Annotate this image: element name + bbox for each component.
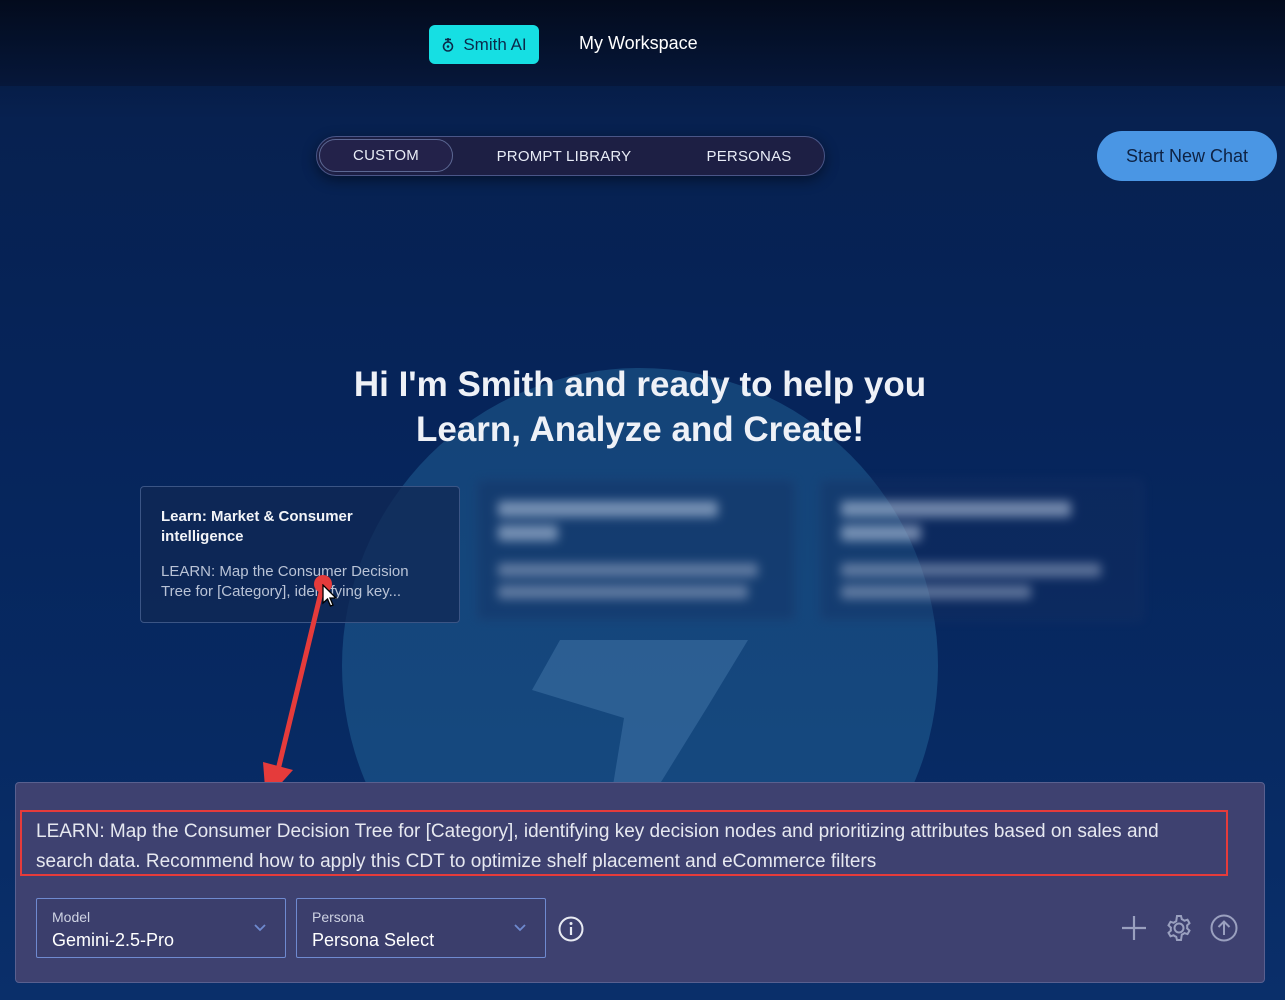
chevron-down-icon xyxy=(514,924,526,932)
info-icon[interactable] xyxy=(557,915,585,943)
prompt-card-description: LEARN: Map the Consumer Decision Tree fo… xyxy=(161,563,409,600)
prompt-card-learn[interactable]: Learn: Market & Consumer intelligence LE… xyxy=(140,486,460,623)
model-select-value: Gemini-2.5-Pro xyxy=(52,930,175,950)
persona-select-value: Persona Select xyxy=(312,930,435,950)
prompt-card-blurred[interactable] xyxy=(820,480,1142,620)
nav-my-workspace[interactable]: My Workspace xyxy=(579,33,698,54)
chevron-down-icon xyxy=(254,924,266,932)
persona-select[interactable]: Persona Persona Select xyxy=(296,898,546,958)
top-nav-bar: Smith AI My Workspace xyxy=(0,0,1285,86)
plus-icon[interactable] xyxy=(1119,913,1149,943)
gear-icon[interactable] xyxy=(1164,913,1194,943)
prompt-input[interactable]: LEARN: Map the Consumer Decision Tree fo… xyxy=(36,817,1216,877)
tab-prompt-library[interactable]: PROMPT LIBRARY xyxy=(477,137,651,175)
hero-line-2: Learn, Analyze and Create! xyxy=(415,410,864,449)
prompt-card-blurred[interactable] xyxy=(477,480,795,620)
nav-smith-ai-label: Smith AI xyxy=(463,34,527,54)
model-select-label: Model xyxy=(52,909,91,925)
hero-line-1: Hi I'm Smith and ready to help you xyxy=(353,365,927,404)
model-select[interactable]: Model Gemini-2.5-Pro xyxy=(36,898,286,958)
nav-smith-ai[interactable]: Smith AI xyxy=(429,25,539,64)
chat-composer: LEARN: Map the Consumer Decision Tree fo… xyxy=(15,782,1265,983)
prompt-card-title: Learn: Market & Consumer intelligence xyxy=(161,508,353,545)
hero-heading: Hi I'm Smith and ready to help you Learn… xyxy=(240,362,1040,452)
mode-tabs: CUSTOM PROMPT LIBRARY PERSONAS xyxy=(316,136,825,176)
send-arrow-up-icon[interactable] xyxy=(1209,913,1239,943)
tab-personas[interactable]: PERSONAS xyxy=(679,137,819,175)
smith-logo-icon xyxy=(443,37,454,52)
tab-custom[interactable]: CUSTOM xyxy=(319,139,453,172)
start-new-chat-button[interactable]: Start New Chat xyxy=(1097,131,1277,181)
persona-select-label: Persona xyxy=(312,909,365,925)
mouse-cursor-icon xyxy=(322,584,338,607)
